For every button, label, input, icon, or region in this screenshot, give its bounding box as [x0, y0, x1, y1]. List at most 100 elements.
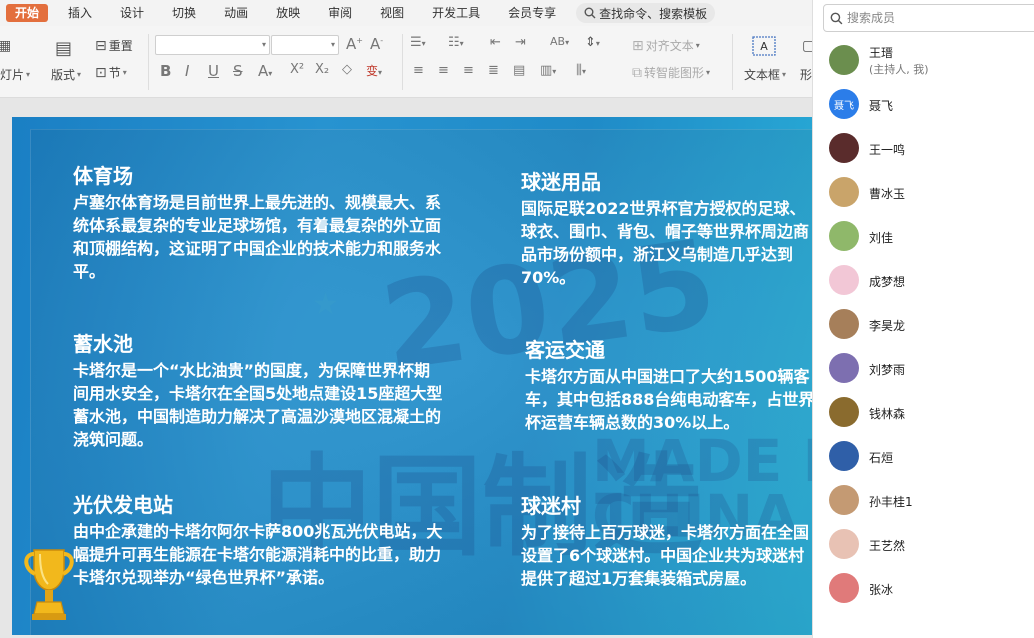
phonetic-icon[interactable]: 变▾	[366, 62, 382, 79]
line-spacing-icon[interactable]: ⇕▾	[585, 35, 600, 50]
member-panel: 王瑨 (主持人, 我) 聂飞聂飞王一鸣曹冰玉刘佳成梦想李昊龙刘梦雨钱林森石烜孙丰桂1…	[812, 0, 1034, 638]
member-search-input[interactable]	[847, 11, 1027, 25]
underline-icon[interactable]: U	[208, 62, 219, 80]
member-row[interactable]: 成梦想	[813, 258, 1034, 302]
reset-button[interactable]: ⊟ 重置	[95, 37, 133, 54]
text-block-transport[interactable]: 客运交通 卡塔尔方面从中国进口了大约1500辆客车，其中包括888台纯电动客车，…	[525, 337, 812, 434]
text-block-reservoir[interactable]: 蓄水池 卡塔尔是一个“水比油贵”的国度，为保障世界杯期间用水安全，卡塔尔在全国5…	[73, 331, 445, 451]
member-row[interactable]: 王一鸣	[813, 126, 1034, 170]
chevron-down-icon: ▾	[26, 70, 31, 79]
text-block-fan-goods[interactable]: 球迷用品 国际足联2022世界杯官方授权的足球、球衣、围巾、背包、帽子等世界杯周…	[521, 169, 812, 289]
shape-button[interactable]: 形	[800, 66, 812, 83]
menu-member[interactable]: 会员专享	[494, 0, 570, 26]
new-slide-icon[interactable]: ▦	[0, 38, 11, 54]
superscript-icon[interactable]: X²	[290, 62, 304, 77]
member-row[interactable]: 曹冰玉	[813, 170, 1034, 214]
avatar	[829, 45, 859, 75]
strikethrough-icon[interactable]: S	[233, 62, 243, 80]
smartart-icon: ⧉	[632, 64, 642, 81]
avatar	[829, 441, 859, 471]
columns-icon[interactable]: ▥▾	[540, 63, 556, 78]
smartart-button[interactable]: ⧉ 转智能图形 ▾	[632, 64, 710, 81]
command-search[interactable]: 查找命令、搜索模板	[576, 3, 716, 23]
menu-review[interactable]: 审阅	[314, 0, 366, 26]
member-name: 张冰	[869, 583, 894, 597]
member-name: 王一鸣	[869, 143, 906, 157]
divider	[732, 34, 733, 90]
block-title: 客运交通	[525, 338, 605, 362]
align-left-icon[interactable]: ≡	[413, 63, 424, 78]
member-row[interactable]: 张冰	[813, 566, 1034, 610]
align-text-button[interactable]: ⊞ 对齐文本 ▾	[632, 37, 700, 54]
slide[interactable]: 2025 中国制造 MADE IN CHINA ★ 体育场 卢塞尔体育场是目前世…	[12, 117, 812, 635]
chevron-down-icon: ▾	[782, 70, 787, 79]
section-button[interactable]: ⊡ 节 ▾	[95, 64, 127, 81]
section-label: 节	[108, 66, 121, 80]
member-row[interactable]: 钱林森	[813, 390, 1034, 434]
member-row[interactable]: 石烜	[813, 434, 1034, 478]
number-list-icon[interactable]: ☷▾	[448, 35, 464, 50]
member-row[interactable]: 王瑨 (主持人, 我)	[813, 38, 1034, 82]
subscript-icon[interactable]: X₂	[315, 62, 329, 77]
member-row[interactable]: 聂飞 聂飞	[813, 82, 1034, 126]
font-family-select[interactable]: ▾	[155, 35, 270, 55]
menu-insert[interactable]: 插入	[54, 0, 106, 26]
bold-icon[interactable]: B	[160, 62, 171, 80]
avatar	[829, 177, 859, 207]
avatar	[829, 353, 859, 383]
layout-button[interactable]: 版式 ▾	[51, 66, 81, 83]
text-block-solar[interactable]: 光伏发电站 由中企承建的卡塔尔阿尔卡萨800兆瓦光伏电站，大幅提升可再生能源在卡…	[73, 492, 445, 589]
chevron-down-icon: ▾	[706, 68, 711, 77]
align-text-label: 对齐文本	[645, 39, 694, 53]
vertical-align-icon[interactable]: ⫼▾	[576, 63, 586, 78]
layout-icon: ▤	[55, 38, 73, 59]
decrease-font-icon[interactable]: A-	[370, 35, 383, 53]
align-right-icon[interactable]: ≡	[463, 63, 474, 78]
menu-transition[interactable]: 切换	[158, 0, 210, 26]
search-icon	[830, 12, 843, 24]
member-name: 李昊龙	[869, 319, 906, 333]
command-search-label: 查找命令、搜索模板	[599, 6, 708, 21]
menu-home[interactable]: 开始	[6, 4, 49, 22]
member-row[interactable]: 王艺然	[813, 522, 1034, 566]
text-block-fan-village[interactable]: 球迷村 为了接待上百万球迷，卡塔尔方面在全国设置了6个球迷村。中国企业共为球迷村…	[521, 493, 812, 590]
layout-label: 版式	[51, 68, 76, 82]
distribute-icon[interactable]: ▤	[513, 63, 525, 78]
avatar	[829, 529, 859, 559]
block-title: 光伏发电站	[73, 493, 173, 517]
chevron-down-icon: ▾	[261, 40, 266, 49]
bullet-list-icon[interactable]: ☰▾	[410, 35, 426, 50]
member-row[interactable]: 刘梦雨	[813, 346, 1034, 390]
increase-indent-icon[interactable]: ⇥	[515, 35, 526, 50]
menu-animation[interactable]: 动画	[210, 0, 262, 26]
member-row[interactable]: 孙丰桂1	[813, 478, 1034, 522]
menu-design[interactable]: 设计	[106, 0, 158, 26]
member-row[interactable]: 刘佳	[813, 214, 1034, 258]
font-color-icon[interactable]: A▾	[258, 62, 272, 80]
avatar	[829, 397, 859, 427]
menu-developer[interactable]: 开发工具	[418, 0, 494, 26]
decrease-indent-icon[interactable]: ⇤	[490, 35, 501, 50]
avatar	[829, 133, 859, 163]
italic-icon[interactable]: I	[185, 62, 189, 80]
textbox-label: 文本框	[744, 68, 781, 82]
member-name: 孙丰桂1	[869, 495, 913, 509]
textbox-button[interactable]: 文本框 ▾	[744, 66, 786, 83]
increase-font-icon[interactable]: A+	[346, 35, 363, 53]
member-role: (主持人, 我)	[869, 63, 929, 76]
menu-view[interactable]: 视图	[366, 0, 418, 26]
font-size-select[interactable]: ▾	[271, 35, 339, 55]
menu-slideshow[interactable]: 放映	[262, 0, 314, 26]
member-name: 王艺然	[869, 539, 906, 553]
text-block-stadium[interactable]: 体育场 卢塞尔体育场是目前世界上最先进的、规模最大、系统体系最复杂的专业足球场馆…	[73, 163, 445, 283]
member-row[interactable]: 李昊龙	[813, 302, 1034, 346]
clear-format-icon[interactable]: ◇	[342, 62, 352, 77]
text-direction-icon[interactable]: AB▾	[550, 35, 569, 48]
justify-icon[interactable]: ≣	[488, 63, 499, 78]
shape-label: 形	[800, 68, 813, 82]
star-icon: ★	[312, 287, 339, 322]
reset-label: 重置	[108, 39, 133, 53]
new-slide-button[interactable]: 幻灯片▾	[0, 66, 30, 83]
avatar	[829, 221, 859, 251]
align-center-icon[interactable]: ≡	[438, 63, 449, 78]
